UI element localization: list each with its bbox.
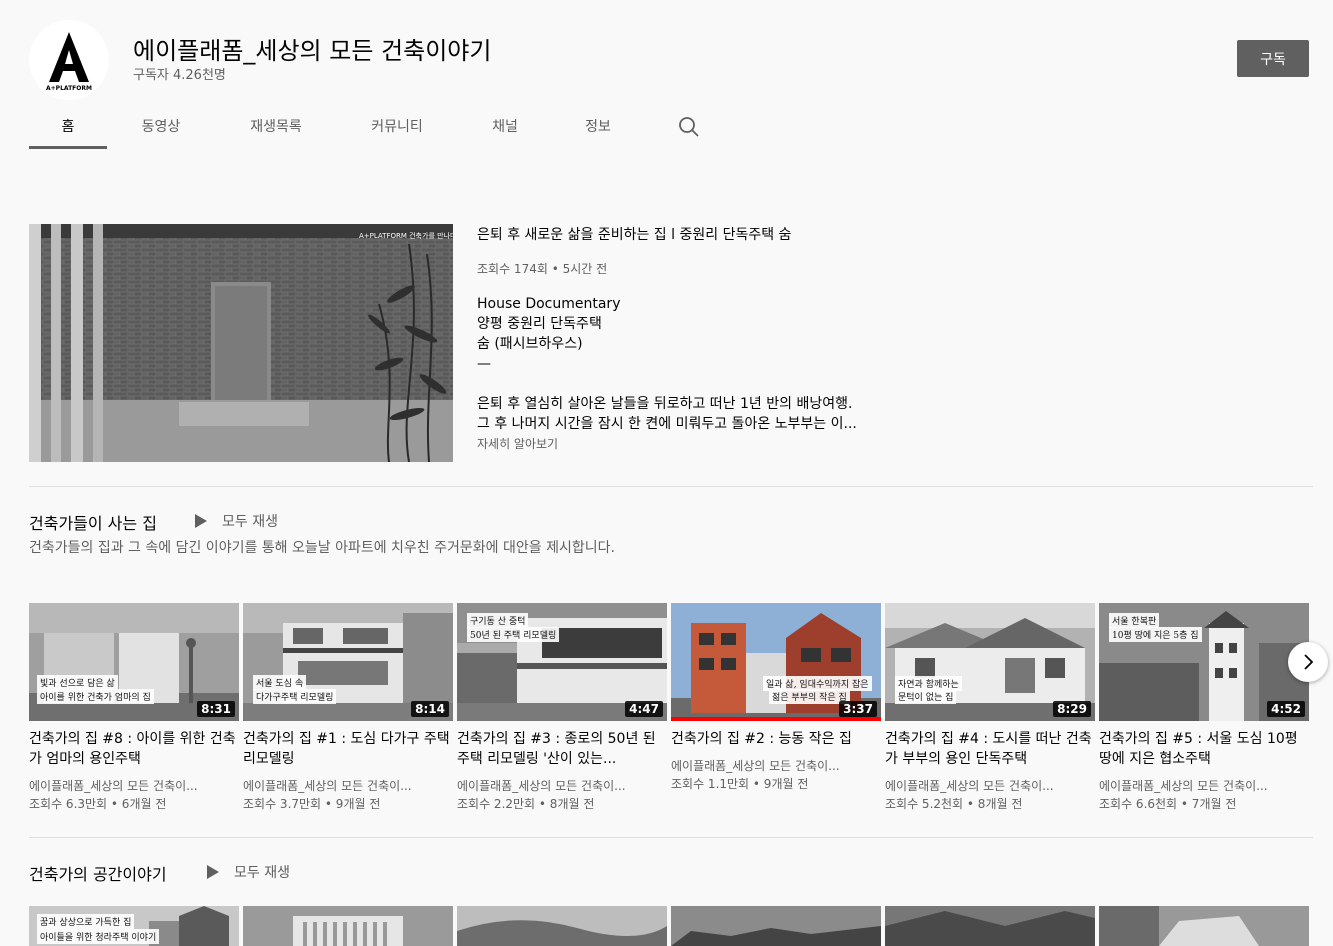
thumbnail-caption: 10평 땅에 지은 5층 집 xyxy=(1109,627,1202,642)
video-thumbnail[interactable] xyxy=(1099,906,1309,946)
featured-thumb-label: A+PLATFORM 건축가를 만나다 xyxy=(359,231,453,240)
section-divider xyxy=(29,837,1313,838)
tab-videos[interactable]: 동영상 xyxy=(120,104,202,148)
video-title[interactable]: 건축가의 집 #8 : 아이를 위한 건축가 엄마의 용인주택 xyxy=(29,729,239,769)
video-duration: 8:29 xyxy=(1053,701,1091,717)
description-line: 은퇴 후 열심히 살아온 날들을 뒤로하고 떠난 1년 반의 배낭여행. xyxy=(477,396,853,412)
featured-video-thumbnail[interactable]: A+PLATFORM 건축가를 만나다 xyxy=(29,224,453,462)
thumbnail-caption: 다가구주택 리모델링 xyxy=(253,689,337,704)
video-channel[interactable]: 에이플래폼_세상의 모든 건축이... xyxy=(29,777,219,794)
description-line xyxy=(477,374,857,394)
play-all-label: 모두 재생 xyxy=(234,865,290,881)
subscribe-button[interactable]: 구독 xyxy=(1237,40,1309,77)
thumbnail-caption: 젊은 부부의 작은 집 xyxy=(769,689,850,704)
video-views: 조회수 6.3만회 • 6개월 전 xyxy=(29,797,167,811)
thumbnail-caption: 서울 도심 속 xyxy=(253,675,307,690)
play-all-button[interactable]: 모두 재생 xyxy=(207,862,290,882)
video-thumbnail[interactable]: 꿈과 상상으로 가득한 집 아이들을 위한 청라주택 이야기 xyxy=(29,906,239,946)
video-thumbnail[interactable]: 구기동 산 중턱 50년 된 주택 리모델링 4:47 xyxy=(457,603,667,721)
video-duration: 8:14 xyxy=(411,701,449,717)
thumbnail-caption: 구기동 산 중턱 xyxy=(467,613,529,628)
description-line: 숨 (패시브하우스) xyxy=(477,336,583,352)
play-all-label: 모두 재생 xyxy=(222,514,278,530)
video-views: 조회수 1.1만회 • 9개월 전 xyxy=(671,777,809,791)
video-thumbnail[interactable]: 일과 삶, 임대수익까지 잡은 젊은 부부의 작은 집 3:37 xyxy=(671,603,881,721)
shelf-title[interactable]: 건축가들이 사는 집 xyxy=(29,510,157,534)
video-channel[interactable]: 에이플래폼_세상의 모든 건축이... xyxy=(671,757,861,774)
video-duration: 4:47 xyxy=(625,701,663,717)
search-icon[interactable] xyxy=(674,112,704,142)
video-thumbnail[interactable]: 서울 도심 속 다가구주택 리모델링 8:14 xyxy=(243,603,453,721)
tab-community[interactable]: 커뮤니티 xyxy=(353,104,441,148)
featured-video-title[interactable]: 은퇴 후 새로운 삶을 준비하는 집 l 중원리 단독주택 숨 xyxy=(477,224,791,244)
video-thumbnail[interactable]: 빛과 선으로 담은 삶 아이를 위한 건축가 엄마의 집 8:31 xyxy=(29,603,239,721)
description-line: House Documentary xyxy=(477,296,621,312)
thumbnail-caption: 문턱이 없는 집 xyxy=(895,689,957,704)
shelf-next-button[interactable] xyxy=(1288,642,1328,682)
video-thumbnail[interactable]: 자연과 함께하는 문턱이 없는 집 8:29 xyxy=(885,603,1095,721)
tab-channels[interactable]: 채널 xyxy=(474,104,536,148)
video-views: 조회수 3.7만회 • 9개월 전 xyxy=(243,797,381,811)
tab-playlists[interactable]: 재생목록 xyxy=(232,104,320,148)
video-title[interactable]: 건축가의 집 #2 : 능동 작은 집 xyxy=(671,729,881,749)
video-views: 조회수 6.6천회 • 7개월 전 xyxy=(1099,797,1237,811)
description-line: 양평 중원리 단독주택 xyxy=(477,316,602,332)
channel-avatar[interactable]: A+PLATFORM xyxy=(29,20,109,100)
play-icon xyxy=(195,514,207,528)
shelf-description: 건축가들의 집과 그 속에 담긴 이야기를 통해 오늘날 아파트에 치우친 주거… xyxy=(29,540,615,556)
play-all-button[interactable]: 모두 재생 xyxy=(195,511,278,531)
video-channel[interactable]: 에이플래폼_세상의 모든 건축이... xyxy=(885,777,1075,794)
shelf-title[interactable]: 건축가의 공간이야기 xyxy=(29,861,167,885)
channel-logo-icon: A+PLATFORM xyxy=(29,20,109,100)
video-thumbnail[interactable] xyxy=(671,906,881,946)
thumbnail-caption: 빛과 선으로 담은 삶 xyxy=(37,675,118,690)
thumbnail-caption: 꿈과 상상으로 가득한 집 xyxy=(37,914,135,929)
subscriber-count: 구독자 4.26천명 xyxy=(133,68,226,83)
video-thumbnail[interactable] xyxy=(243,906,453,946)
thumbnail-caption: 서울 한복판 xyxy=(1109,613,1160,628)
tab-home[interactable]: 홈 xyxy=(29,104,107,148)
video-title[interactable]: 건축가의 집 #4 : 도시를 떠난 건축가 부부의 용인 단독주택 xyxy=(885,729,1095,769)
read-more-link[interactable]: 자세히 알아보기 xyxy=(477,435,558,452)
video-channel[interactable]: 에이플래폼_세상의 모든 건축이... xyxy=(243,777,433,794)
section-divider xyxy=(29,486,1313,487)
thumbnail-caption: 아이를 위한 건축가 엄마의 집 xyxy=(37,689,154,704)
video-channel[interactable]: 에이플래폼_세상의 모든 건축이... xyxy=(457,777,647,794)
video-channel[interactable]: 에이플래폼_세상의 모든 건축이... xyxy=(1099,777,1289,794)
active-tab-indicator xyxy=(29,146,107,149)
featured-video-meta: 조회수 174회 • 5시간 전 xyxy=(477,262,608,276)
watch-progress-bar xyxy=(671,717,881,721)
channel-name: 에이플래폼_세상의 모든 건축이야기 xyxy=(133,37,492,65)
video-title[interactable]: 건축가의 집 #5 : 서울 도심 10평 땅에 지은 협소주택 xyxy=(1099,729,1309,769)
video-views: 조회수 5.2천회 • 8개월 전 xyxy=(885,797,1023,811)
play-icon xyxy=(207,865,219,879)
video-duration: 4:52 xyxy=(1267,701,1305,717)
video-title[interactable]: 건축가의 집 #1 : 도심 다가구 주택 리모델링 xyxy=(243,729,453,769)
video-thumbnail[interactable]: 서울 한복판 10평 땅에 지은 5층 집 4:52 xyxy=(1099,603,1309,721)
video-title[interactable]: 건축가의 집 #3 : 종로의 50년 된 주택 리모델링 '산이 있는... xyxy=(457,729,667,769)
video-thumbnail[interactable] xyxy=(885,906,1095,946)
video-thumbnail[interactable] xyxy=(457,906,667,946)
chevron-right-icon xyxy=(1304,654,1314,670)
tab-about[interactable]: 정보 xyxy=(567,104,629,148)
video-duration: 8:31 xyxy=(197,701,235,717)
video-duration: 3:37 xyxy=(839,701,877,717)
description-line: 그 후 나머지 시간을 잠시 한 켠에 미뤄두고 돌아온 노부부는 이... xyxy=(477,416,857,432)
featured-video-description: House Documentary 양평 중원리 단독주택 숨 (패시브하우스)… xyxy=(477,294,857,434)
video-views: 조회수 2.2만회 • 8개월 전 xyxy=(457,797,595,811)
thumbnail-caption: 50년 된 주택 리모델링 xyxy=(467,627,560,642)
channel-logo-text: A+PLATFORM xyxy=(46,85,92,92)
channel-header: A+PLATFORM 에이플래폼_세상의 모든 건축이야기 구독자 4.26천명… xyxy=(0,0,1333,151)
description-line: — xyxy=(477,356,491,372)
thumbnail-caption: 아이들을 위한 청라주택 이야기 xyxy=(37,929,160,944)
